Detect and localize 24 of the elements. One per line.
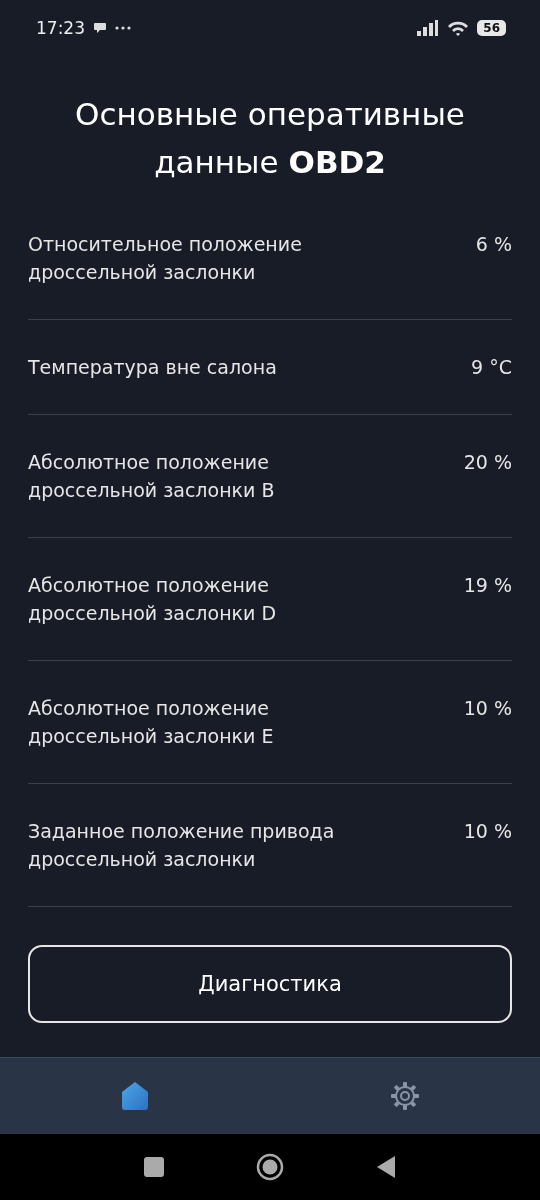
parameter-name: Абсолютное положение дроссельной заслонки B [28, 450, 276, 503]
parameter-value: 19 % [463, 573, 512, 598]
parameter-name: Относительное положение дроссельной заслонки [28, 232, 303, 285]
battery-icon: 56 [477, 20, 506, 36]
parameter-value: 10 % [463, 819, 512, 844]
signal-icon [417, 20, 440, 36]
parameter-name: Заданное положение привода дроссельной заслонки [28, 819, 336, 872]
screen-title: Основные оперативные данные OBD2 [74, 95, 466, 182]
back-icon[interactable] [376, 1155, 396, 1179]
parameter-name: Абсолютное положение дроссельной заслонки D [28, 573, 278, 626]
diagnostics-button[interactable]: Диагностика [28, 945, 512, 1023]
parameter-value: 6 % [475, 232, 512, 257]
parameter-value: 10 % [463, 696, 512, 721]
home-icon[interactable] [120, 1081, 150, 1111]
clock: 17:23 [36, 18, 85, 38]
parameter-name: Абсолютное положение дроссельной заслонки E [28, 696, 275, 749]
parameter-value: 9 °C [471, 355, 512, 380]
parameter-value: 20 % [463, 450, 512, 475]
home-button-icon[interactable] [256, 1153, 284, 1181]
more-icon [115, 26, 131, 30]
wifi-icon [447, 20, 470, 36]
chat-icon [93, 21, 107, 35]
settings-icon[interactable] [390, 1081, 420, 1111]
parameter-name: Температура вне салона [28, 355, 277, 380]
